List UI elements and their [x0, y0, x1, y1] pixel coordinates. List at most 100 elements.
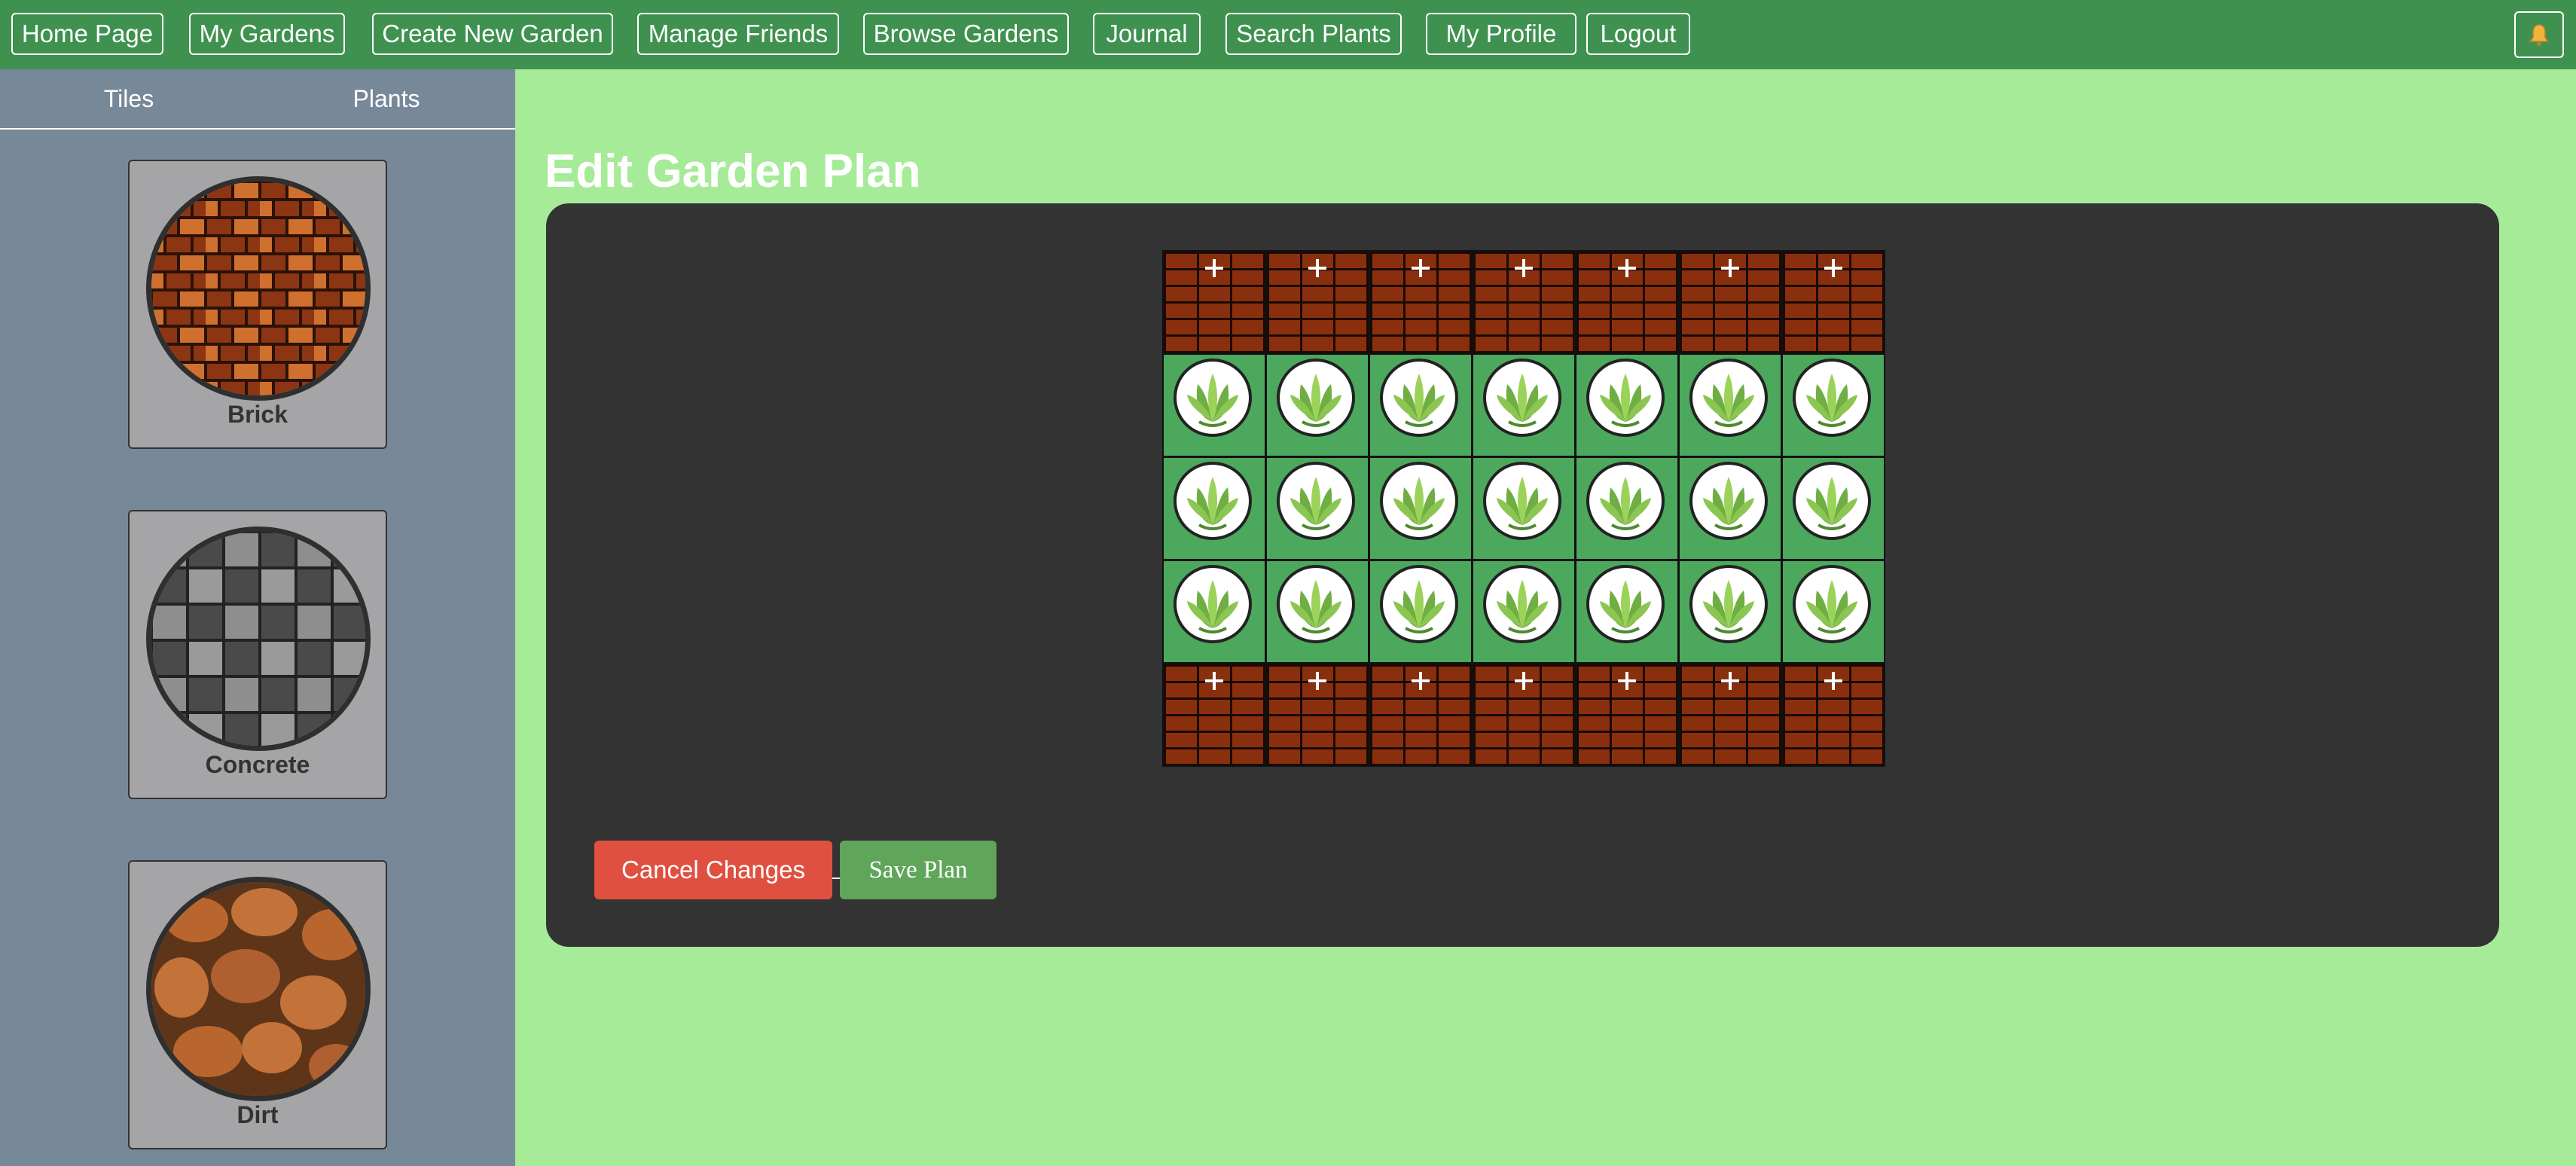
- grid-cell-grass-plant[interactable]: [1267, 458, 1368, 559]
- plant-icon: [1483, 359, 1561, 437]
- save-plan-button[interactable]: Save Plan: [840, 841, 997, 899]
- dirt-tile-icon: [146, 877, 371, 1101]
- grid-cell-brick[interactable]: [1370, 664, 1471, 765]
- grid-cell-grass-plant[interactable]: [1370, 355, 1471, 456]
- grid-cell-brick[interactable]: [1783, 252, 1884, 353]
- plant-icon: [1277, 462, 1355, 540]
- tile-card-brick[interactable]: Brick: [128, 160, 387, 449]
- grid-cell-grass-plant[interactable]: [1370, 458, 1471, 559]
- grid-cell-grass-plant[interactable]: [1267, 561, 1368, 662]
- plant-icon: [1483, 565, 1561, 643]
- grid-cell-grass-plant[interactable]: [1783, 355, 1884, 456]
- plant-icon: [1689, 462, 1768, 540]
- grid-cell-grass-plant[interactable]: [1267, 355, 1368, 456]
- plant-icon: [1380, 462, 1458, 540]
- nav-journal[interactable]: Journal: [1093, 13, 1201, 55]
- plant-icon: [1793, 462, 1871, 540]
- plant-icon: [1277, 565, 1355, 643]
- grid-cell-grass-plant[interactable]: [1576, 355, 1677, 456]
- notifications-button[interactable]: [2514, 11, 2564, 58]
- add-plant-icon[interactable]: [1515, 672, 1533, 690]
- grid-cell-grass-plant[interactable]: [1680, 355, 1781, 456]
- brick-tile-icon: [146, 176, 371, 401]
- add-plant-icon[interactable]: [1205, 672, 1223, 690]
- grid-cell-grass-plant[interactable]: [1680, 561, 1781, 662]
- nav-my-gardens[interactable]: My Gardens: [189, 13, 345, 55]
- nav-search-plants[interactable]: Search Plants: [1225, 13, 1402, 55]
- add-plant-icon[interactable]: [1618, 259, 1636, 277]
- grid-cell-brick[interactable]: [1473, 664, 1574, 765]
- tab-tiles[interactable]: Tiles: [0, 69, 258, 128]
- plant-icon: [1174, 462, 1252, 540]
- nav-create-new-garden[interactable]: Create New Garden: [372, 13, 613, 55]
- tile-label-brick: Brick: [227, 401, 288, 428]
- add-plant-icon[interactable]: [1824, 259, 1842, 277]
- plant-icon: [1793, 359, 1871, 437]
- add-plant-icon[interactable]: [1205, 259, 1223, 277]
- nav-browse-gardens[interactable]: Browse Gardens: [863, 13, 1069, 55]
- tile-label-concrete: Concrete: [205, 751, 310, 778]
- tile-label-dirt: Dirt: [237, 1101, 279, 1128]
- add-plant-icon[interactable]: [1515, 259, 1533, 277]
- nav-home-page[interactable]: Home Page: [11, 13, 163, 55]
- grid-cell-grass-plant[interactable]: [1164, 561, 1265, 662]
- add-plant-icon[interactable]: [1412, 259, 1430, 277]
- sidebar-tabs: Tiles Plants: [0, 69, 515, 130]
- grid-cell-brick[interactable]: [1576, 664, 1677, 765]
- button-separator: [832, 878, 840, 879]
- nav-manage-friends[interactable]: Manage Friends: [637, 13, 839, 55]
- grid-cell-brick[interactable]: [1370, 252, 1471, 353]
- grid-cell-grass-plant[interactable]: [1680, 458, 1781, 559]
- grid-cell-brick[interactable]: [1576, 252, 1677, 353]
- garden-grid: [1162, 250, 1885, 767]
- plant-icon: [1277, 359, 1355, 437]
- nav-logout[interactable]: Logout: [1586, 13, 1690, 55]
- add-plant-icon[interactable]: [1618, 672, 1636, 690]
- plant-icon: [1586, 565, 1665, 643]
- grid-cell-brick[interactable]: [1267, 664, 1368, 765]
- plant-icon: [1689, 359, 1768, 437]
- tile-card-concrete[interactable]: Concrete: [128, 510, 387, 799]
- grid-cell-grass-plant[interactable]: [1576, 561, 1677, 662]
- plant-icon: [1586, 462, 1665, 540]
- add-plant-icon[interactable]: [1721, 259, 1739, 277]
- cancel-changes-button[interactable]: Cancel Changes: [594, 841, 832, 899]
- add-plant-icon[interactable]: [1824, 672, 1842, 690]
- grid-cell-grass-plant[interactable]: [1164, 458, 1265, 559]
- plant-icon: [1380, 359, 1458, 437]
- add-plant-icon[interactable]: [1308, 259, 1326, 277]
- plant-icon: [1586, 359, 1665, 437]
- tab-plants[interactable]: Plants: [258, 69, 515, 128]
- grid-cell-brick[interactable]: [1680, 252, 1781, 353]
- grid-cell-grass-plant[interactable]: [1576, 458, 1677, 559]
- grid-cell-brick[interactable]: [1473, 252, 1574, 353]
- grid-cell-grass-plant[interactable]: [1164, 355, 1265, 456]
- grid-cell-grass-plant[interactable]: [1473, 458, 1574, 559]
- tile-card-dirt[interactable]: Dirt: [128, 860, 387, 1149]
- sidebar: Tiles Plants Brick Concrete Dirt: [0, 69, 515, 1166]
- plant-icon: [1689, 565, 1768, 643]
- concrete-tile-icon: [146, 527, 371, 751]
- grid-cell-brick[interactable]: [1164, 664, 1265, 765]
- grid-cell-grass-plant[interactable]: [1370, 561, 1471, 662]
- grid-cell-brick[interactable]: [1164, 252, 1265, 353]
- grid-cell-grass-plant[interactable]: [1783, 561, 1884, 662]
- garden-editor-panel: Cancel Changes Save Plan: [546, 203, 2499, 947]
- add-plant-icon[interactable]: [1308, 672, 1326, 690]
- grid-cell-grass-plant[interactable]: [1783, 458, 1884, 559]
- nav-my-profile[interactable]: My Profile: [1426, 13, 1576, 55]
- top-nav-bar: Home Page My Gardens Create New Garden M…: [0, 0, 2576, 69]
- grid-cell-grass-plant[interactable]: [1473, 561, 1574, 662]
- bell-icon: [2529, 24, 2550, 46]
- grid-cell-brick[interactable]: [1783, 664, 1884, 765]
- grid-cell-brick[interactable]: [1680, 664, 1781, 765]
- page-title: Edit Garden Plan: [545, 145, 921, 197]
- add-plant-icon[interactable]: [1412, 672, 1430, 690]
- plant-icon: [1793, 565, 1871, 643]
- grid-cell-grass-plant[interactable]: [1473, 355, 1574, 456]
- plant-icon: [1483, 462, 1561, 540]
- plant-icon: [1380, 565, 1458, 643]
- add-plant-icon[interactable]: [1721, 672, 1739, 690]
- grid-cell-brick[interactable]: [1267, 252, 1368, 353]
- plant-icon: [1174, 565, 1252, 643]
